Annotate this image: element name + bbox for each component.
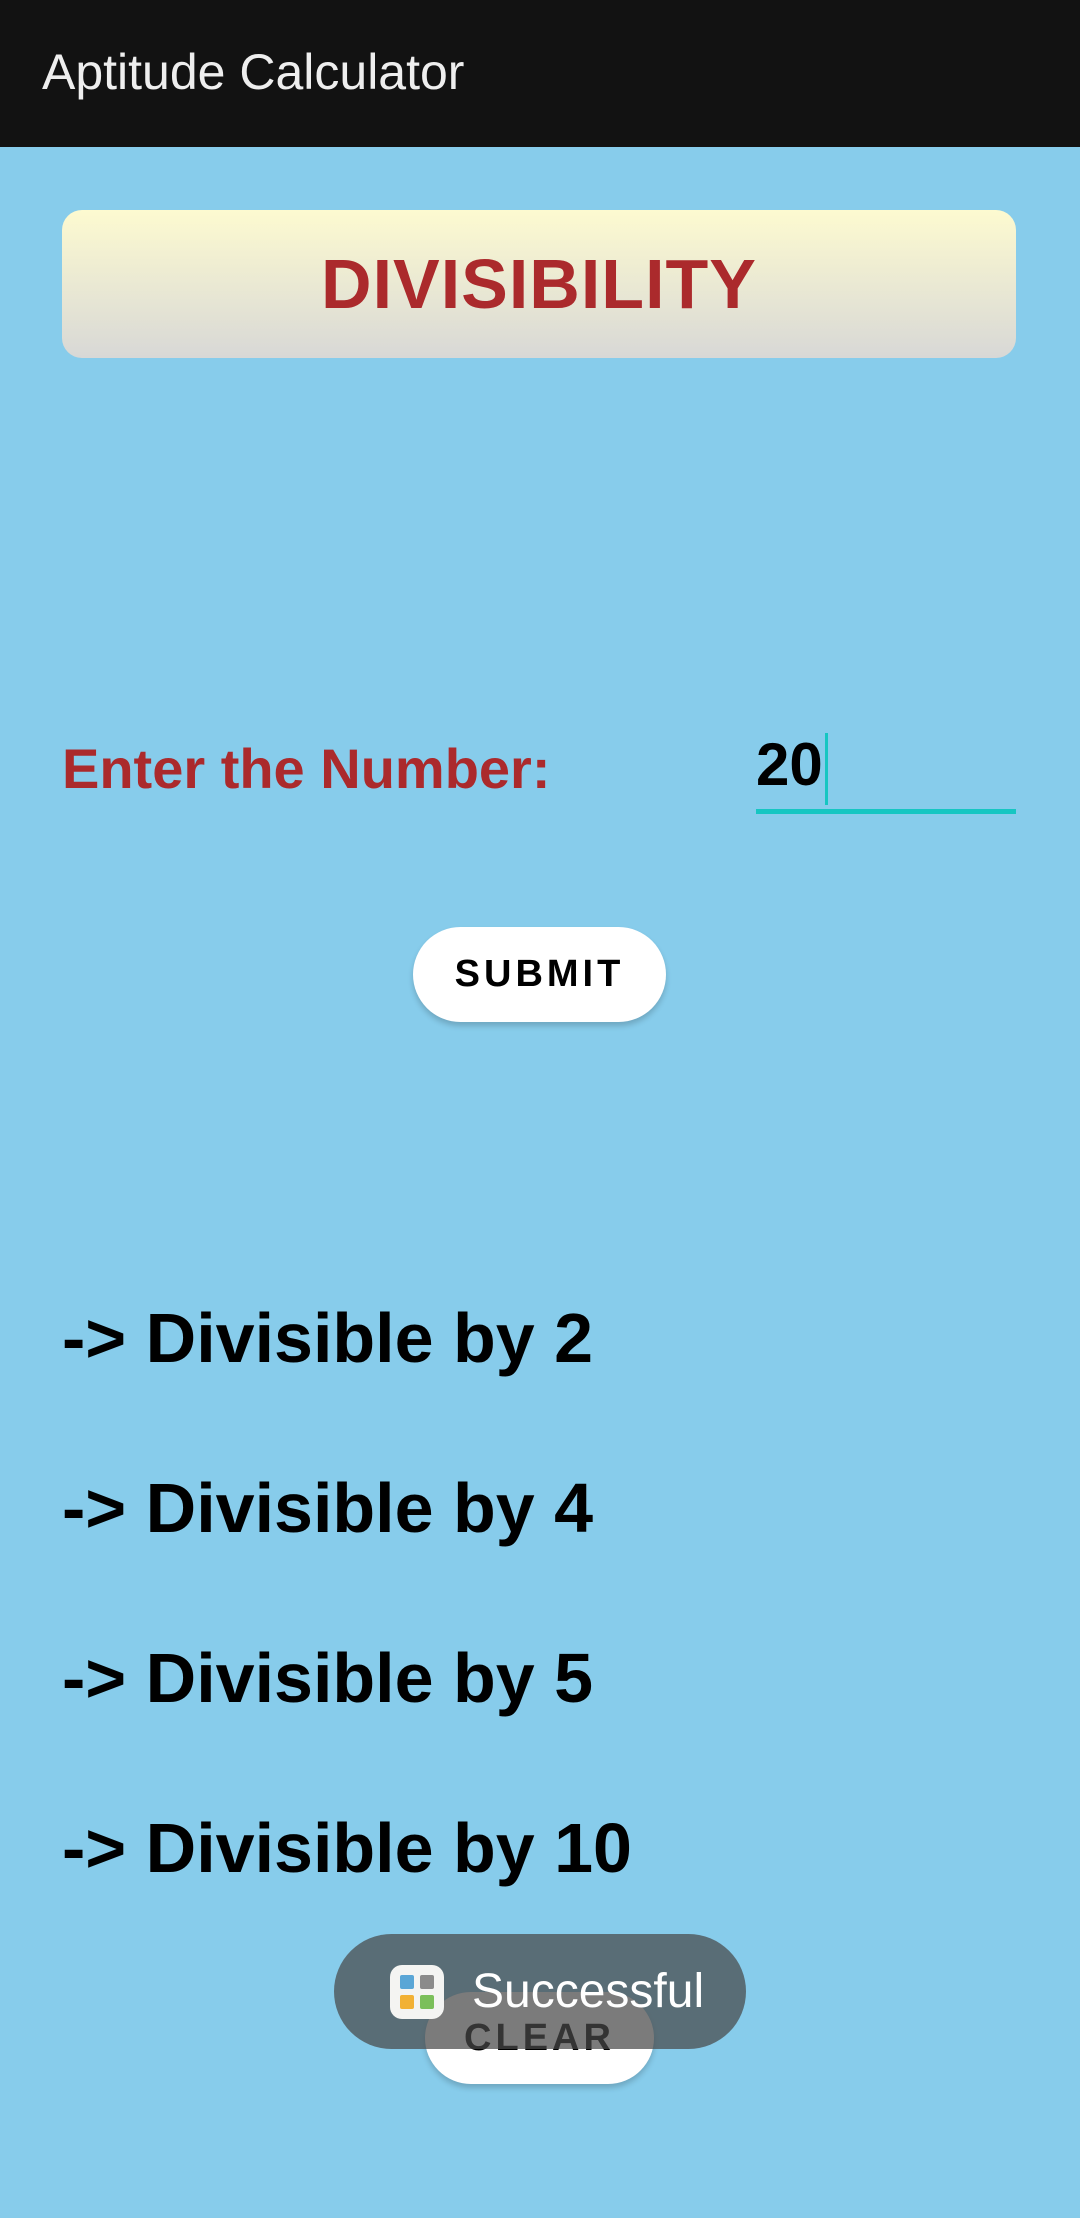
result-item: -> Divisible by 5: [62, 1639, 594, 1717]
app-bar: Aptitude Calculator: [0, 0, 1080, 147]
toast-message: Successful: [334, 1934, 746, 2049]
result-item: -> Divisible by 2: [62, 1299, 594, 1377]
result-item: -> Divisible by 10: [62, 1809, 632, 1887]
number-input-label: Enter the Number:: [62, 737, 551, 800]
app-title: Aptitude Calculator: [42, 44, 465, 100]
number-input[interactable]: 20: [756, 724, 1016, 814]
app-icon: [390, 1964, 444, 2019]
submit-button[interactable]: SUBMIT: [413, 927, 666, 1022]
text-cursor: [824, 733, 828, 806]
toast-text: Successful: [472, 1964, 705, 2018]
page-title: DIVISIBILITY: [321, 245, 757, 323]
divisibility-header-card: DIVISIBILITY: [62, 210, 1016, 358]
number-input-value: 20: [756, 731, 823, 798]
result-item: -> Divisible by 4: [62, 1469, 594, 1547]
